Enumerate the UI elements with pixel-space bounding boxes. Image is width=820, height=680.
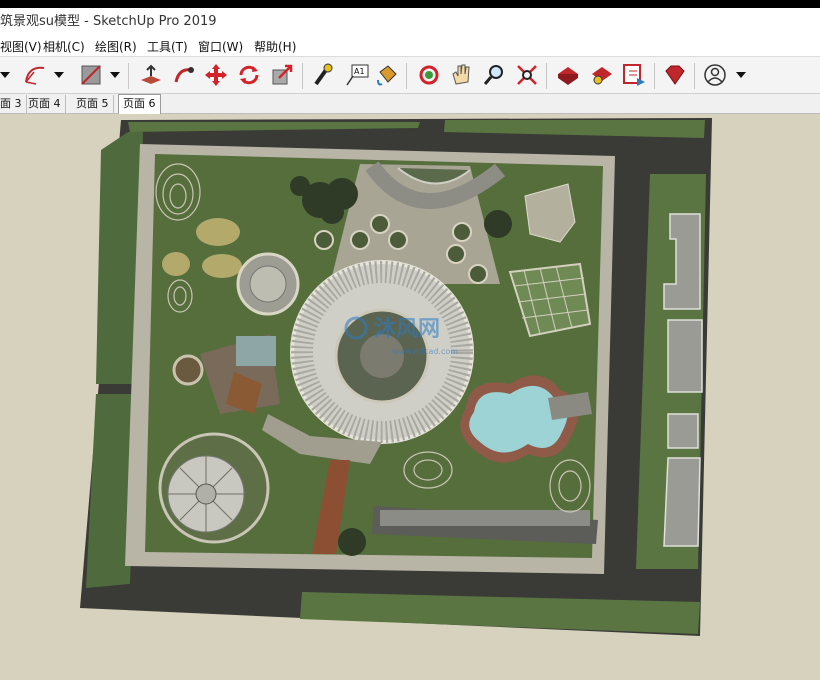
zoom-tool-icon[interactable] <box>481 62 507 88</box>
round-feature-left <box>172 354 204 386</box>
watermark-text: 沐风网 <box>374 317 440 342</box>
toolbar-separator <box>406 63 407 89</box>
3d-warehouse-icon[interactable] <box>555 62 581 88</box>
tab-page-4[interactable]: 页面 4 <box>24 95 66 113</box>
arc-tool-icon[interactable] <box>22 62 48 88</box>
left-building-pool <box>236 336 276 366</box>
dropdown-arrow-icon[interactable] <box>106 62 124 88</box>
window-top-border <box>0 0 820 8</box>
push-pull-tool-icon[interactable] <box>138 62 164 88</box>
toolbar-separator <box>694 63 695 89</box>
menu-help[interactable]: 帮助(H) <box>254 38 296 55</box>
scale-tool-icon[interactable] <box>269 62 295 88</box>
model-viewport[interactable]: 沐风网 www.mfcad.com <box>0 114 820 680</box>
menu-draw[interactable]: 绘图(R) <box>95 38 137 55</box>
toolbar-separator <box>654 63 655 89</box>
rotate-tool-icon[interactable] <box>236 62 262 88</box>
parking-stalls <box>380 510 590 526</box>
toolbar-separator <box>128 63 129 89</box>
scene-tabs: 面 3 页面 4 页面 5 页面 6 <box>0 94 820 114</box>
move-tool-icon[interactable] <box>203 62 229 88</box>
menu-camera[interactable]: 相机(C) <box>43 38 85 55</box>
follow-me-tool-icon[interactable] <box>171 62 197 88</box>
tape-measure-tool-icon[interactable] <box>310 62 336 88</box>
main-toolbar: A1 <box>0 56 820 94</box>
menu-tools[interactable]: 工具(T) <box>147 38 188 55</box>
text-tool-icon[interactable]: A1 <box>344 62 370 88</box>
toolbar-separator <box>302 63 303 89</box>
tab-page-5[interactable]: 页面 5 <box>72 95 114 113</box>
extension-warehouse-icon[interactable] <box>589 62 615 88</box>
bottom-round-building-center <box>195 483 217 505</box>
extension-manager-icon[interactable] <box>662 62 688 88</box>
dropdown-arrow-icon[interactable] <box>732 62 750 88</box>
zoom-extents-tool-icon[interactable] <box>514 62 540 88</box>
menu-window[interactable]: 窗口(W) <box>198 38 243 55</box>
watermark-url: www.mfcad.com <box>392 347 458 356</box>
round-pavilion-roof <box>249 265 287 303</box>
dropdown-arrow-icon[interactable] <box>50 62 68 88</box>
orbit-tool-icon[interactable] <box>416 62 442 88</box>
rectangle-tool-icon[interactable] <box>78 62 104 88</box>
layout-send-icon[interactable] <box>621 62 647 88</box>
tab-page-3[interactable]: 面 3 <box>0 95 27 113</box>
window-title: 筑景观su模型 - SketchUp Pro 2019 <box>0 14 217 29</box>
account-icon[interactable] <box>702 62 728 88</box>
menu-bar: 视图(V) 相机(C) 绘图(R) 工具(T) 窗口(W) 帮助(H) <box>0 36 820 56</box>
toolbar-separator <box>546 63 547 89</box>
site-plan-model: 沐风网 www.mfcad.com <box>80 118 712 636</box>
pan-tool-icon[interactable] <box>448 62 474 88</box>
paint-bucket-tool-icon[interactable] <box>374 62 400 88</box>
title-bar: 筑景观su模型 - SketchUp Pro 2019 <box>0 8 820 36</box>
text-tool-label: A1 <box>354 67 365 76</box>
dropdown-arrow-icon[interactable] <box>0 62 14 88</box>
menu-view[interactable]: 视图(V) <box>0 38 42 55</box>
tab-page-6[interactable]: 页面 6 <box>118 94 161 114</box>
